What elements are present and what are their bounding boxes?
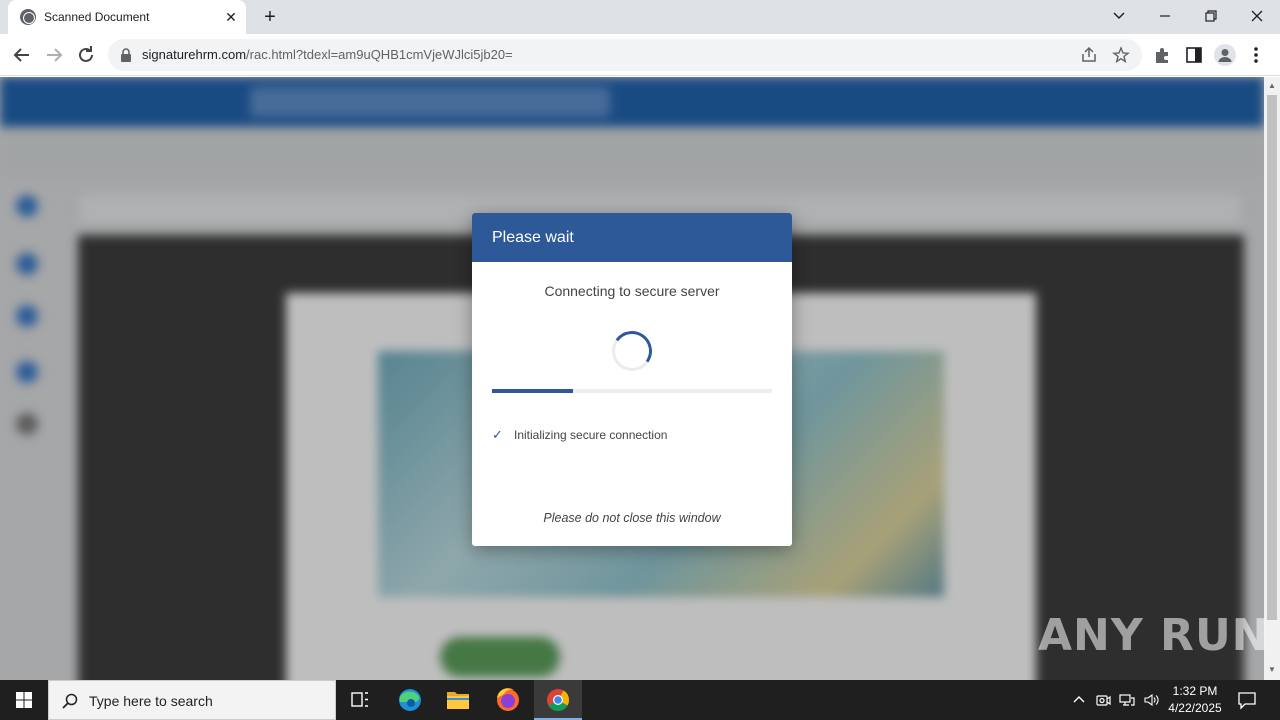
edge-icon[interactable] <box>386 680 434 720</box>
browser-toolbar: signaturehrm.com/rac.html?tdexl=am9uQHB1… <box>0 34 1280 76</box>
clock-time: 1:32 PM <box>1172 684 1218 698</box>
address-bar[interactable]: signaturehrm.com/rac.html?tdexl=am9uQHB1… <box>108 39 1142 71</box>
url-host: signaturehrm.com <box>142 47 247 62</box>
dialog-title: Please wait <box>492 229 574 246</box>
system-clock[interactable]: 1:32 PM 4/22/2025 <box>1162 683 1228 717</box>
tab-search-chevron-icon[interactable] <box>1096 0 1142 32</box>
progress-bar-fill <box>492 389 574 393</box>
dialog-header: Please wait <box>472 213 792 262</box>
globe-icon <box>20 9 36 25</box>
bookmark-star-icon[interactable] <box>1112 46 1130 64</box>
scroll-down-arrow-icon[interactable]: ▼ <box>1268 665 1276 674</box>
page-content: Please wait Connecting to secure server … <box>0 77 1264 680</box>
firefox-icon[interactable] <box>484 680 532 720</box>
scrollbar-thumb[interactable] <box>1267 95 1277 620</box>
tab-title: Scanned Document <box>44 10 150 24</box>
file-explorer-icon[interactable] <box>434 680 482 720</box>
close-tab-icon[interactable]: ✕ <box>222 8 240 26</box>
extensions-puzzle-icon[interactable] <box>1152 45 1172 65</box>
restore-icon[interactable] <box>1188 0 1234 32</box>
anyrun-watermark: ANY RUN <box>1038 610 1270 661</box>
show-hidden-icons-chevron-icon[interactable] <box>1071 692 1087 708</box>
progress-bar <box>492 389 772 393</box>
dialog-subtitle: Connecting to secure server <box>544 283 720 299</box>
new-tab-icon[interactable]: + <box>258 6 282 28</box>
status-step-label: Initializing secure connection <box>514 428 668 442</box>
minimize-icon[interactable] <box>1142 0 1188 32</box>
forward-arrow-icon[interactable] <box>42 43 66 67</box>
chrome-icon[interactable] <box>534 680 582 720</box>
back-arrow-icon[interactable] <box>10 43 34 67</box>
status-step: ✓ Initializing secure connection <box>492 427 667 443</box>
close-window-icon[interactable] <box>1234 0 1280 32</box>
profile-avatar-icon[interactable] <box>1214 44 1236 66</box>
clock-date: 4/22/2025 <box>1168 701 1222 715</box>
tab-strip: Scanned Document ✕ + <box>0 0 1280 34</box>
share-icon[interactable] <box>1080 46 1098 64</box>
side-panel-icon[interactable] <box>1184 45 1204 65</box>
page-scrollbar[interactable]: ▲ ▼ <box>1264 77 1280 680</box>
taskbar-search-placeholder: Type here to search <box>89 693 213 709</box>
taskbar-search-box[interactable]: Type here to search <box>48 680 336 720</box>
meet-now-icon[interactable] <box>1095 692 1111 708</box>
lock-icon[interactable] <box>120 48 132 67</box>
more-menu-icon[interactable] <box>1250 44 1262 66</box>
network-icon[interactable] <box>1119 692 1135 708</box>
task-view-icon[interactable] <box>336 680 384 720</box>
volume-icon[interactable] <box>1143 692 1159 708</box>
search-icon <box>61 692 79 715</box>
scroll-up-arrow-icon[interactable]: ▲ <box>1268 81 1276 90</box>
screen: Scanned Document ✕ + signaturehrm.com/ra… <box>0 0 1280 720</box>
please-wait-dialog: Please wait Connecting to secure server … <box>472 213 792 546</box>
loading-spinner-icon <box>608 327 656 375</box>
url-text[interactable]: signaturehrm.com/rac.html?tdexl=am9uQHB1… <box>142 47 513 62</box>
url-path: /rac.html?tdexl=am9uQHB1cmVjeWJlci5jb20= <box>246 47 513 62</box>
reload-icon[interactable] <box>74 43 98 67</box>
windows-taskbar: Type here to search 1:32 PM 4/22/2025 <box>0 680 1280 720</box>
tab-scanned-document[interactable]: Scanned Document ✕ <box>8 0 246 34</box>
dialog-note: Please do not close this window <box>543 511 721 525</box>
windows-start-icon[interactable] <box>0 680 48 720</box>
check-icon: ✓ <box>492 427 503 442</box>
notifications-icon[interactable] <box>1236 690 1258 710</box>
